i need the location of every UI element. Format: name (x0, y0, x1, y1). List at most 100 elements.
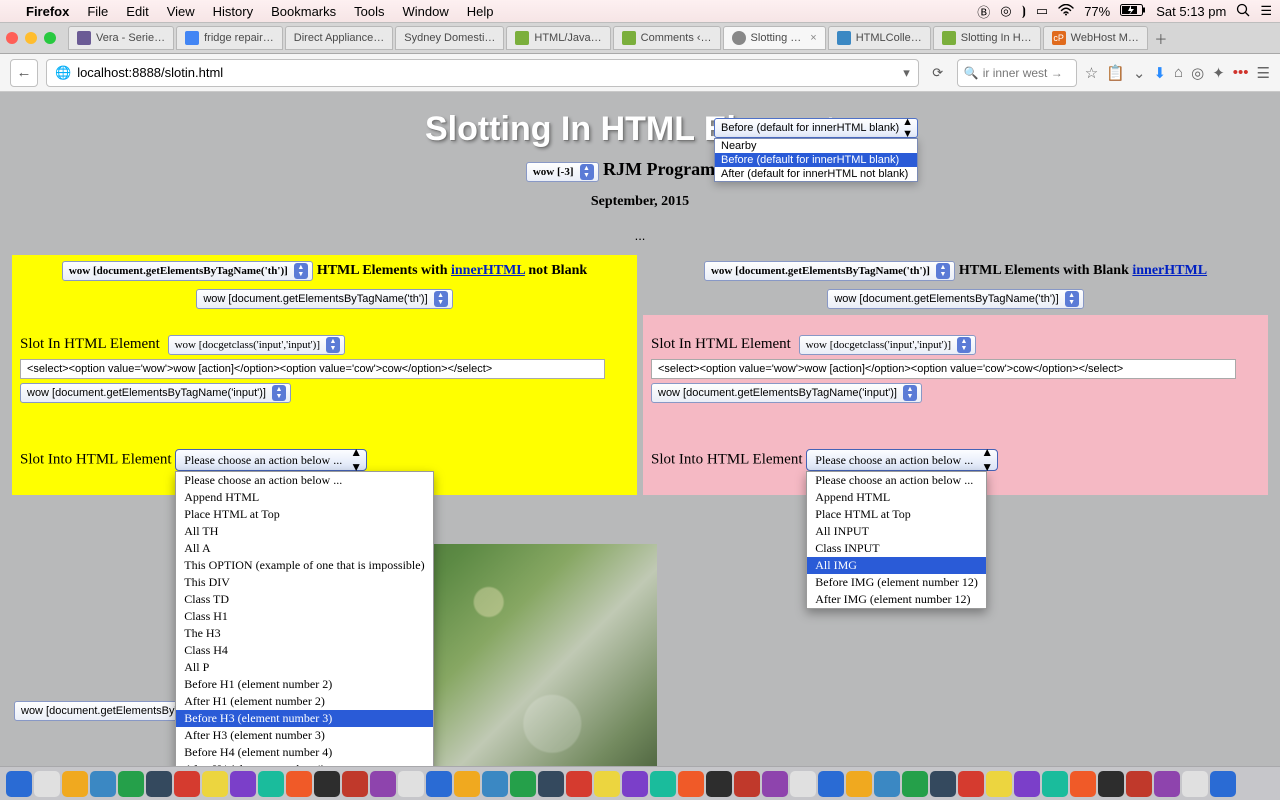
select-option[interactable]: Before H4 (element number 4) (176, 744, 432, 761)
app-name[interactable]: Firefox (26, 4, 69, 19)
slot-in-select2[interactable]: wow [document.getElementsByTagName('inpu… (20, 383, 291, 403)
head-select-right[interactable]: wow [document.getElementsByTagName('th')… (704, 261, 955, 281)
select-option[interactable]: After H1 (element number 2) (176, 693, 432, 710)
dock-app-icon[interactable] (258, 771, 284, 797)
menu-window[interactable]: Window (403, 4, 449, 19)
head-select2-right[interactable]: wow [document.getElementsByTagName('th')… (827, 289, 1083, 309)
select-option[interactable]: This DIV (176, 574, 432, 591)
star-icon[interactable]: ☆ (1085, 64, 1098, 82)
menu-view[interactable]: View (167, 4, 195, 19)
select-option[interactable]: Class INPUT (807, 540, 986, 557)
select-option[interactable]: After H4 (element number 4) (176, 761, 432, 766)
select-option[interactable]: Class H1 (176, 608, 432, 625)
dock-app-icon[interactable] (482, 771, 508, 797)
dock-app-icon[interactable] (370, 771, 396, 797)
dropdown-icon[interactable]: ▾ (903, 65, 910, 81)
addon-icon[interactable]: ✦ (1212, 64, 1225, 82)
dock-app-icon[interactable] (174, 771, 200, 797)
select-option[interactable]: All P (176, 659, 432, 676)
dock-app-icon[interactable] (566, 771, 592, 797)
select-option[interactable]: All INPUT (807, 523, 986, 540)
position-select-options[interactable]: Nearby Before (default for innerHTML bla… (714, 138, 918, 182)
clock[interactable]: Sat 5:13 pm (1156, 4, 1226, 19)
browser-tab[interactable]: Vera - Serie… (68, 26, 174, 50)
select-option[interactable]: This OPTION (example of one that is impo… (176, 557, 432, 574)
dock-app-icon[interactable] (62, 771, 88, 797)
download-icon[interactable]: ⬇ (1153, 64, 1166, 82)
dock-app-icon[interactable] (930, 771, 956, 797)
action-select-left[interactable]: Please choose an action below ...▲▼ Plea… (175, 449, 367, 471)
slot-in-select2[interactable]: wow [document.getElementsByTagName('inpu… (651, 383, 922, 403)
browser-tab-active[interactable]: Slotting …× (723, 26, 826, 50)
dock-app-icon[interactable] (90, 771, 116, 797)
dock-app-icon[interactable] (762, 771, 788, 797)
new-tab-button[interactable]: ＋ (1150, 27, 1172, 49)
menu-tools[interactable]: Tools (354, 4, 384, 19)
select-option[interactable]: Before H1 (element number 2) (176, 676, 432, 693)
select-option[interactable]: Place HTML at Top (176, 506, 432, 523)
slot-in-input[interactable]: <select><option value='wow'>wow [action]… (651, 359, 1236, 379)
menu-edit[interactable]: Edit (126, 4, 148, 19)
addon-icon[interactable]: ••• (1233, 64, 1249, 81)
pocket-icon[interactable]: ⌄ (1133, 64, 1146, 82)
dock-app-icon[interactable] (202, 771, 228, 797)
battery-icon[interactable] (1120, 4, 1146, 19)
action-select-right[interactable]: Please choose an action below ...▲▼ Plea… (806, 449, 998, 471)
select-option[interactable]: Append HTML (807, 489, 986, 506)
browser-tab[interactable]: Direct Appliance… (285, 26, 394, 50)
select-option[interactable]: After (default for innerHTML not blank) (715, 167, 917, 181)
select-option[interactable]: Before H3 (element number 3) (176, 710, 432, 727)
dock-app-icon[interactable] (1182, 771, 1208, 797)
dock-app-icon[interactable] (846, 771, 872, 797)
dock-app-icon[interactable] (342, 771, 368, 797)
dock-app-icon[interactable] (958, 771, 984, 797)
menu-help[interactable]: Help (467, 4, 494, 19)
browser-tab[interactable]: cPWebHost M… (1043, 26, 1148, 50)
browser-tab[interactable]: fridge repair… (176, 26, 283, 50)
select-option[interactable]: Nearby (715, 139, 917, 153)
dock-app-icon[interactable] (1042, 771, 1068, 797)
dock-app-icon[interactable] (986, 771, 1012, 797)
select-option[interactable]: Please choose an action below ... (807, 472, 986, 489)
select-option[interactable]: Please choose an action below ... (176, 472, 432, 489)
menu-history[interactable]: History (213, 4, 253, 19)
dock-app-icon[interactable] (426, 771, 452, 797)
bottom-select[interactable]: wow [document.getElementsByTag (14, 701, 197, 721)
wifi-icon[interactable] (1058, 4, 1074, 19)
position-select[interactable]: Before (default for innerHTML blank) ▲▼ … (714, 118, 918, 182)
dock-app-icon[interactable] (1014, 771, 1040, 797)
status-icon[interactable]: ◎ (1000, 3, 1011, 19)
slot-in-select[interactable]: wow [docgetclass('input','input')]▲▼ (168, 335, 345, 355)
browser-tab[interactable]: Comments ‹… (613, 26, 721, 50)
dock-app-icon[interactable] (314, 771, 340, 797)
status-icon[interactable]: ⦘ (1022, 3, 1026, 19)
spotlight-icon[interactable] (1236, 3, 1250, 20)
dock-app-icon[interactable] (734, 771, 760, 797)
dock-app-icon[interactable] (538, 771, 564, 797)
dock-app-icon[interactable] (146, 771, 172, 797)
select-option[interactable]: Place HTML at Top (807, 506, 986, 523)
back-button[interactable]: ← (10, 59, 38, 87)
select-option[interactable]: All IMG (807, 557, 986, 574)
search-box[interactable]: 🔍 ir inner west → (957, 59, 1077, 87)
select-option[interactable]: Before IMG (element number 12) (807, 574, 986, 591)
select-option[interactable]: Class H4 (176, 642, 432, 659)
addon-icon[interactable]: ◎ (1191, 64, 1204, 82)
dock-app-icon[interactable] (230, 771, 256, 797)
close-tab-icon[interactable]: × (810, 32, 816, 44)
close-window-icon[interactable] (6, 32, 18, 44)
dock-app-icon[interactable] (594, 771, 620, 797)
dock-app-icon[interactable] (6, 771, 32, 797)
dock-app-icon[interactable] (874, 771, 900, 797)
dock-app-icon[interactable] (790, 771, 816, 797)
hamburger-menu-icon[interactable]: ☰ (1257, 64, 1270, 82)
select-option[interactable]: All TH (176, 523, 432, 540)
dock-app-icon[interactable] (1154, 771, 1180, 797)
dock-app-icon[interactable] (286, 771, 312, 797)
head-select2-left[interactable]: wow [document.getElementsByTagName('th')… (196, 289, 452, 309)
select-option[interactable]: The H3 (176, 625, 432, 642)
browser-tab[interactable]: Sydney Domesti… (395, 26, 504, 50)
browser-tab[interactable]: HTMLColle… (828, 26, 931, 50)
dock-app-icon[interactable] (678, 771, 704, 797)
browser-tab[interactable]: Slotting In H… (933, 26, 1041, 50)
